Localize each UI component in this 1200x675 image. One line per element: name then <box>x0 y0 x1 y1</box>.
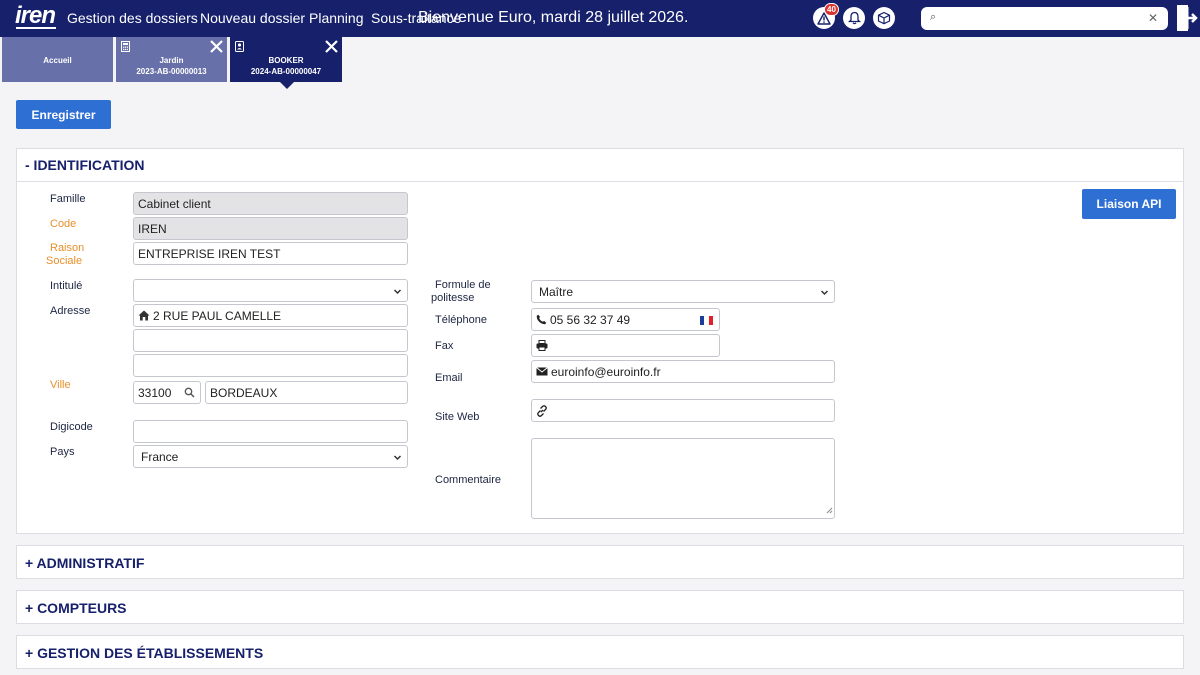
contact-card-icon <box>235 41 244 54</box>
logo-underline <box>16 27 56 29</box>
bell-icon[interactable] <box>843 7 865 29</box>
formule-value: Maître <box>539 284 574 299</box>
chevron-down-icon <box>393 451 402 465</box>
formule-label-line2: politesse <box>431 292 475 304</box>
package-icon[interactable] <box>873 7 895 29</box>
identification-section-toggle[interactable]: - IDENTIFICATION <box>25 157 145 173</box>
welcome-message: Bienvenue Euro, mardi 28 juillet 2026. <box>418 9 689 26</box>
envelope-icon <box>536 367 548 376</box>
fax-field[interactable] <box>531 334 720 357</box>
postal-search-icon[interactable] <box>184 387 195 401</box>
nav-nouveau-dossier[interactable]: Nouveau dossier <box>200 10 305 26</box>
identification-panel: - IDENTIFICATION Liaison API Famille Cod… <box>16 148 1184 534</box>
tab-jardin[interactable]: Jardin 2023-AB-00000013 <box>116 37 227 82</box>
telephone-value: 05 56 32 37 49 <box>550 312 631 327</box>
save-button[interactable]: Enregistrer <box>16 100 111 129</box>
global-search: ⌕ ✕ <box>921 7 1168 30</box>
code-value: IREN <box>138 221 167 236</box>
alert-count-badge: 40 <box>824 3 839 16</box>
clear-search-icon[interactable]: ✕ <box>1148 11 1158 25</box>
administratif-section-toggle[interactable]: + ADMINISTRATIF <box>25 555 144 571</box>
tab-jardin-label: Jardin <box>159 56 184 65</box>
search-icon: ⌕ <box>930 11 937 23</box>
email-value: euroinfo@euroinfo.fr <box>551 364 661 379</box>
compteurs-panel[interactable]: + COMPTEURS <box>16 590 1184 624</box>
top-navigation-bar: iren Gestion des dossiers Nouveau dossie… <box>0 0 1200 37</box>
commentaire-textarea[interactable] <box>531 438 835 519</box>
telephone-field[interactable]: 05 56 32 37 49 <box>531 308 720 331</box>
postal-code-value: 33100 <box>138 385 172 400</box>
calculator-icon <box>121 41 130 54</box>
adresse-line2-field[interactable] <box>133 329 408 352</box>
raison-sociale-value: ENTREPRISE IREN TEST <box>138 246 281 261</box>
chevron-down-icon <box>820 286 829 300</box>
fax-icon <box>536 340 548 351</box>
adresse-line1-value: 2 RUE PAUL CAMELLE <box>153 308 282 323</box>
tab-accueil-label: Accueil <box>43 56 72 65</box>
nav-planning[interactable]: Planning <box>309 10 364 26</box>
telephone-label: Téléphone <box>435 314 487 326</box>
ville-label: Ville <box>50 379 71 391</box>
tab-booker-label: BOOKER <box>268 56 304 65</box>
chevron-down-icon <box>393 285 402 299</box>
formule-select[interactable]: Maître <box>531 280 835 303</box>
adresse-line1-field[interactable]: 2 RUE PAUL CAMELLE <box>133 304 408 327</box>
digicode-label: Digicode <box>50 421 93 433</box>
site-web-field[interactable] <box>531 399 835 422</box>
digicode-field[interactable] <box>133 420 408 443</box>
app-logo[interactable]: iren <box>15 3 56 29</box>
tab-jardin-ref: 2023-AB-00000013 <box>136 67 207 76</box>
postal-code-field[interactable]: 33100 <box>133 381 201 404</box>
city-value: BORDEAUX <box>210 385 278 400</box>
famille-field: Cabinet client <box>133 192 408 215</box>
close-tab-booker-icon[interactable] <box>324 39 339 56</box>
administratif-panel[interactable]: + ADMINISTRATIF <box>16 545 1184 579</box>
tab-booker[interactable]: BOOKER 2024-AB-00000047 <box>230 37 342 89</box>
pays-value: France <box>141 449 179 464</box>
city-field[interactable]: BORDEAUX <box>205 381 408 404</box>
code-label: Code <box>50 218 77 230</box>
adresse-label: Adresse <box>50 305 91 317</box>
etablissements-section-toggle[interactable]: + GESTION DES ÉTABLISSEMENTS <box>25 645 263 661</box>
pays-select[interactable]: France <box>133 445 408 468</box>
intitule-label: Intitulé <box>50 280 83 292</box>
active-tab-pointer <box>280 82 294 89</box>
search-input[interactable] <box>943 10 1143 27</box>
nav-gestion-dossiers[interactable]: Gestion des dossiers <box>67 10 198 26</box>
resize-handle-icon[interactable] <box>826 503 833 517</box>
famille-label: Famille <box>50 193 86 205</box>
commentaire-label: Commentaire <box>435 474 502 486</box>
section-divider <box>17 181 1183 182</box>
site-web-label: Site Web <box>435 411 480 423</box>
intitule-select[interactable] <box>133 279 408 302</box>
formule-label-line1: Formule de <box>435 279 491 291</box>
liaison-api-button[interactable]: Liaison API <box>1082 189 1176 219</box>
famille-value: Cabinet client <box>138 196 211 211</box>
adresse-line3-field[interactable] <box>133 354 408 377</box>
etablissements-panel[interactable]: + GESTION DES ÉTABLISSEMENTS <box>16 635 1184 669</box>
tab-accueil[interactable]: Accueil <box>2 37 113 82</box>
france-flag-icon[interactable] <box>700 316 713 325</box>
pays-label: Pays <box>50 446 75 458</box>
email-label: Email <box>435 372 463 384</box>
house-icon <box>138 310 150 321</box>
close-tab-jardin-icon[interactable] <box>209 39 224 56</box>
raison-sociale-field[interactable]: ENTREPRISE IREN TEST <box>133 242 408 265</box>
email-field[interactable]: euroinfo@euroinfo.fr <box>531 360 835 383</box>
raison-sociale-label-line2: Sociale <box>46 255 83 267</box>
link-icon <box>536 404 548 417</box>
raison-sociale-label-line1: Raison <box>50 242 85 254</box>
logout-icon[interactable] <box>1176 4 1198 37</box>
code-field: IREN <box>133 217 408 240</box>
fax-label: Fax <box>435 340 454 352</box>
tab-booker-ref: 2024-AB-00000047 <box>250 67 322 76</box>
compteurs-section-toggle[interactable]: + COMPTEURS <box>25 600 127 616</box>
phone-icon <box>536 314 547 325</box>
